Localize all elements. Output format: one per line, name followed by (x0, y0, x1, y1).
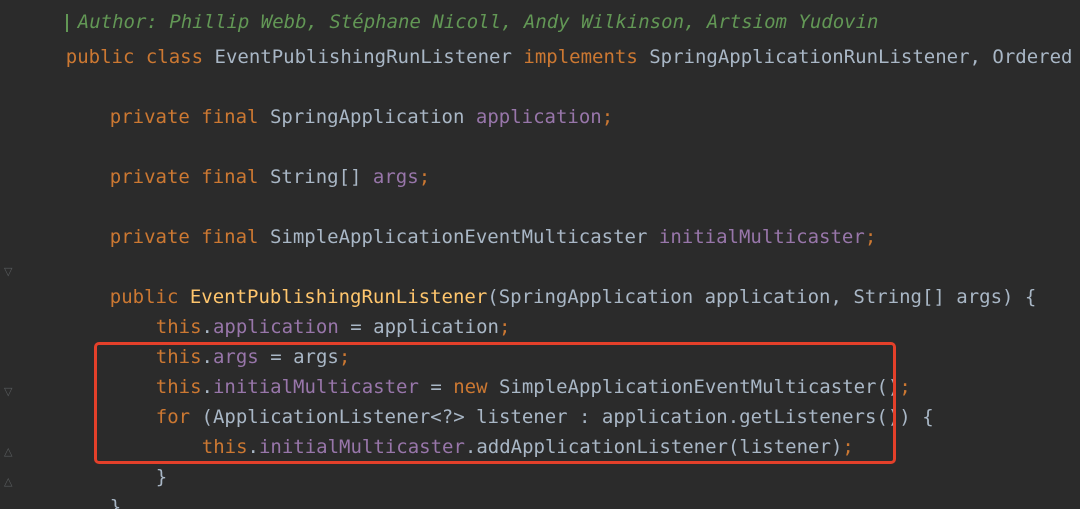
keyword: implements (523, 46, 638, 68)
code-line-ctor-decl[interactable]: public EventPublishingRunListener(Spring… (64, 261, 1037, 308)
fold-icon[interactable]: △ (4, 476, 14, 488)
class-name: EventPublishingRunListener (214, 46, 512, 68)
javadoc-author-comment: Author: Phillip Webb, Stéphane Nicoll, A… (20, 0, 879, 33)
keyword: private (109, 106, 190, 128)
type-name: SimpleApplicationEventMulticaster (269, 226, 648, 248)
brace: } (155, 466, 168, 488)
fold-icon[interactable]: ▽ (4, 266, 14, 278)
semicolon: ; (864, 226, 877, 248)
code-line-assign-application[interactable]: this.application = application; (110, 291, 511, 338)
keyword: private (109, 166, 190, 188)
interface-name: Ordered (992, 46, 1073, 68)
editor-gutter: ▽ ▽ △ △ (0, 0, 18, 509)
keyword: public (65, 46, 135, 68)
fold-icon[interactable]: △ (4, 446, 14, 458)
code-line-field-multicaster[interactable]: private final SimpleApplicationEventMult… (64, 201, 877, 248)
brace: } (109, 496, 122, 509)
code-editor[interactable]: ▽ ▽ △ △ Author: Phillip Webb, Stéphane N… (0, 0, 1080, 509)
type-name: String[] (269, 166, 362, 188)
code-line-close-ctor[interactable]: } (64, 471, 121, 509)
fold-icon[interactable]: ▽ (4, 386, 14, 398)
highlight-annotation-box (94, 342, 896, 464)
code-line-class-decl[interactable]: public class EventPublishingRunListener … (20, 21, 1080, 68)
interface-name: SpringApplicationRunListener, (649, 46, 981, 68)
field-name: args (372, 166, 419, 188)
keyword: final (201, 166, 259, 188)
code-line-field-application[interactable]: private final SpringApplication applicat… (64, 81, 613, 128)
semicolon: ; (498, 316, 511, 338)
parameter-list: (SpringApplication application, String[]… (487, 286, 1037, 308)
semicolon: ; (601, 106, 614, 128)
field-name: initialMulticaster (658, 226, 865, 248)
type-name: SpringApplication (269, 106, 465, 128)
keyword: final (201, 106, 259, 128)
keyword: class (145, 46, 204, 68)
expression: = application (338, 316, 499, 338)
code-line-field-args[interactable]: private final String[] args; (64, 141, 430, 188)
keyword: private (109, 226, 190, 248)
keyword: final (201, 226, 259, 248)
field-name: application (475, 106, 602, 128)
semicolon: ; (418, 166, 431, 188)
